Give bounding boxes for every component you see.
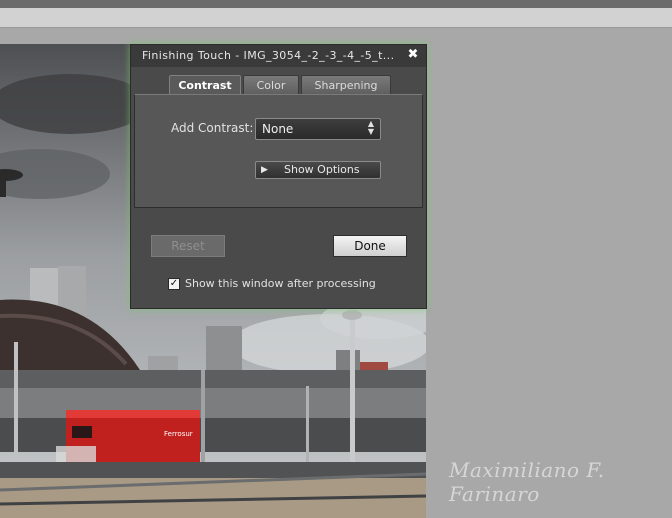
reset-button[interactable]: Reset [151,235,225,257]
tab-color[interactable]: Color [243,75,299,95]
done-button[interactable]: Done [333,235,407,257]
play-triangle-icon: ▶ [261,165,268,175]
photographer-signature: Maximiliano F. Farinaro [449,458,605,506]
train-lettering: Ferrosur [164,430,193,438]
show-options-label: Show Options [284,163,360,176]
updown-arrows-icon: ▲ ▼ [367,119,374,136]
dialog-title[interactable]: Finishing Touch - IMG_3054_-2_-3_-4_-5_t… [131,45,426,67]
show-options-button[interactable]: ▶ Show Options [255,161,381,179]
tab-bar: Contrast Color Sharpening [169,75,393,95]
close-icon[interactable]: ✖ [406,48,420,62]
add-contrast-select[interactable]: None ▲ ▼ [255,118,381,140]
finishing-touch-dialog: Finishing Touch - IMG_3054_-2_-3_-4_-5_t… [130,44,427,309]
workspace-gap [0,29,672,44]
options-toolbar [0,8,672,28]
top-window-strip [0,0,672,8]
add-contrast-label: Add Contrast: [171,121,254,135]
show-window-checkbox[interactable]: ✓ [168,278,180,290]
add-contrast-value: None [262,122,294,136]
contrast-panel [134,94,423,208]
tab-contrast[interactable]: Contrast [169,75,241,95]
tab-sharpening[interactable]: Sharpening [301,75,391,95]
show-window-label: Show this window after processing [185,277,376,290]
